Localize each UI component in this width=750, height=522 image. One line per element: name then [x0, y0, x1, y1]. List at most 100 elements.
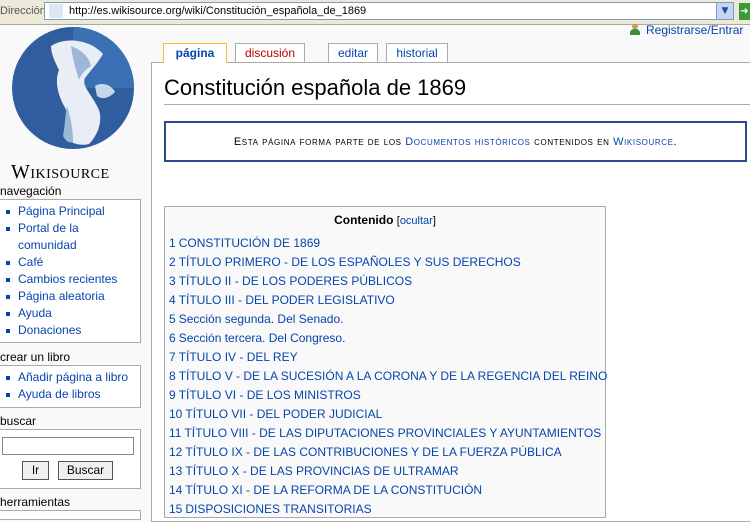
- toc-link[interactable]: 7 TÍTULO IV - DEL REY: [169, 350, 298, 364]
- tab-discussion-label[interactable]: discusión: [245, 46, 295, 60]
- toc-item[interactable]: 14 TÍTULO XI - DE LA REFORMA DE LA CONSTI…: [169, 481, 607, 500]
- nav-link[interactable]: Página Principal: [18, 204, 105, 218]
- address-bar: Dirección http://es.wikisource.org/wiki/…: [0, 0, 750, 25]
- toc-item[interactable]: 4 TÍTULO III - DEL PODER LEGISLATIVO: [169, 291, 607, 310]
- toc-text: TÍTULO II - DE LOS PODERES PÚBLICOS: [178, 274, 413, 288]
- tab-history-label[interactable]: historial: [396, 46, 437, 60]
- tab-edit-label[interactable]: editar: [338, 46, 368, 60]
- book-link[interactable]: Ayuda de libros: [18, 387, 101, 401]
- nav-link[interactable]: Página aleatoria: [18, 289, 105, 303]
- login-link[interactable]: Registrarse/Entrar: [646, 23, 743, 37]
- toc-item[interactable]: 13 TÍTULO X - DE LAS PROVINCIAS DE ULTRAM…: [169, 462, 607, 481]
- toc-link[interactable]: 4 TÍTULO III - DEL PODER LEGISLATIVO: [169, 293, 395, 307]
- tab-discussion[interactable]: discusión: [235, 43, 305, 62]
- toc-item[interactable]: 11 TÍTULO VIII - DE LAS DIPUTACIONES PROV…: [169, 424, 607, 443]
- nav-item-pagina-aleatoria[interactable]: Página aleatoria: [0, 288, 140, 305]
- url-text[interactable]: http://es.wikisource.org/wiki/Constituci…: [69, 5, 366, 17]
- toc-item[interactable]: 5 Sección segunda. Del Senado.: [169, 310, 607, 329]
- user-icon: [630, 24, 640, 35]
- book-item-help[interactable]: Ayuda de libros: [0, 386, 140, 403]
- toc-text: TÍTULO XI - DE LA REFORMA DE LA CONSTITU…: [185, 483, 483, 497]
- toc-item[interactable]: 6 Sección tercera. Del Congreso.: [169, 329, 607, 348]
- toc-link[interactable]: 15 DISPOSICIONES TRANSITORIAS: [169, 502, 372, 516]
- toc-item[interactable]: 9 TÍTULO VI - DE LOS MINISTROS: [169, 386, 607, 405]
- chevron-down-icon[interactable]: ▼: [716, 3, 733, 19]
- toc-item[interactable]: 2 TÍTULO PRIMERO - DE LOS ESPAÑOLES Y SUS…: [169, 253, 607, 272]
- toc-list: 1 CONSTITUCIÓN DE 1869 2 TÍTULO PRIMERO - D…: [169, 234, 607, 519]
- toc-link[interactable]: 9 TÍTULO VI - DE LOS MINISTROS: [169, 388, 361, 402]
- tab-edit[interactable]: editar: [328, 43, 378, 62]
- address-label: Dirección: [0, 5, 46, 17]
- toc-text: TÍTULO IX - DE LAS CONTRIBUCIONES Y DE L…: [185, 445, 562, 459]
- book-item-add-page[interactable]: Añadir página a libro: [0, 369, 140, 386]
- toc-number: 15: [169, 502, 183, 516]
- go-arrow-icon[interactable]: ➜: [739, 3, 750, 20]
- notice-text-mid: contenidos en: [530, 136, 614, 148]
- toc-toggle[interactable]: [ocultar]: [397, 215, 436, 227]
- toc-item[interactable]: 15 DISPOSICIONES TRANSITORIAS: [169, 500, 607, 519]
- toc-number: 2: [169, 255, 176, 269]
- toc-link[interactable]: 3 TÍTULO II - DE LOS PODERES PÚBLICOS: [169, 274, 412, 288]
- toc-link[interactable]: 5 Sección segunda. Del Senado.: [169, 312, 343, 326]
- toc-link[interactable]: 1 CONSTITUCIÓN DE 1869: [169, 236, 320, 250]
- toc-link[interactable]: 2 TÍTULO PRIMERO - DE LOS ESPAÑOLES Y SUS…: [169, 255, 521, 269]
- nav-item-pagina-principal[interactable]: Página Principal: [0, 203, 140, 220]
- toc-text: Sección segunda. Del Senado.: [178, 312, 344, 326]
- toc-title: Contenido: [334, 213, 394, 227]
- toc-item[interactable]: 8 TÍTULO V - DE LA SUCESIÓN A LA CORONA Y…: [169, 367, 607, 386]
- toc-text: TÍTULO V - DE LA SUCESIÓN A LA CORONA Y …: [178, 369, 608, 383]
- site-name: Wikisource: [11, 161, 110, 183]
- toc-text: TÍTULO VIII - DE LAS DIPUTACIONES PROVIN…: [184, 426, 602, 440]
- toc-link[interactable]: 10 TÍTULO VII - DEL PODER JUDICIAL: [169, 407, 382, 421]
- book-portlet: Añadir página a libro Ayuda de libros: [0, 365, 141, 408]
- nav-link[interactable]: Ayuda: [18, 306, 52, 320]
- toc-number: 6: [169, 331, 176, 345]
- toc-header: Contenido [ocultar]: [165, 213, 605, 227]
- book-link[interactable]: Añadir página a libro: [18, 370, 128, 384]
- search-input[interactable]: [2, 437, 134, 455]
- toc-number: 14: [169, 483, 183, 497]
- toc-number: 9: [169, 388, 176, 402]
- nav-link[interactable]: Cambios recientes: [18, 272, 117, 286]
- toc-item[interactable]: 3 TÍTULO II - DE LOS PODERES PÚBLICOS: [169, 272, 607, 291]
- toc-link[interactable]: 12 TÍTULO IX - DE LAS CONTRIBUCIONES Y DE…: [169, 445, 562, 459]
- tab-page[interactable]: página: [163, 43, 227, 63]
- nav-item-cambios-recientes[interactable]: Cambios recientes: [0, 271, 140, 288]
- toc-number: 10: [169, 407, 183, 421]
- toc-item[interactable]: 1 CONSTITUCIÓN DE 1869: [169, 234, 607, 253]
- toc-item[interactable]: 7 TÍTULO IV - DEL REY: [169, 348, 607, 367]
- book-title: crear un libro: [0, 350, 71, 364]
- toc-item[interactable]: 10 TÍTULO VII - DEL PODER JUDICIAL: [169, 405, 607, 424]
- page-icon: [49, 4, 63, 18]
- nav-item-donaciones[interactable]: Donaciones: [0, 322, 140, 339]
- toc-number: 3: [169, 274, 176, 288]
- toc-text: CONSTITUCIÓN DE 1869: [178, 236, 321, 250]
- tools-portlet: [0, 510, 141, 520]
- toc-link[interactable]: 13 TÍTULO X - DE LAS PROVINCIAS DE ULTRAM…: [169, 464, 459, 478]
- toc-item[interactable]: 12 TÍTULO IX - DE LAS CONTRIBUCIONES Y DE…: [169, 443, 607, 462]
- table-of-contents: Contenido [ocultar] 1 CONSTITUCIÓN DE 186…: [164, 206, 607, 519]
- toc-link[interactable]: 14 TÍTULO XI - DE LA REFORMA DE LA CONSTI…: [169, 483, 482, 497]
- wikisource-logo[interactable]: [11, 26, 135, 176]
- toc-toggle-link[interactable]: ocultar: [400, 215, 433, 227]
- nav-link[interactable]: Portal de la comunidad: [18, 221, 79, 252]
- search-button[interactable]: Buscar: [58, 461, 113, 480]
- url-input[interactable]: http://es.wikisource.org/wiki/Constituci…: [44, 2, 734, 20]
- page-title: Constitución española de 1869: [164, 75, 467, 100]
- tab-history[interactable]: historial: [386, 43, 448, 62]
- toc-link[interactable]: 11 TÍTULO VIII - DE LAS DIPUTACIONES PROV…: [169, 426, 601, 440]
- notice-link-documents[interactable]: Documentos históricos: [405, 136, 530, 148]
- toc-link[interactable]: 8 TÍTULO V - DE LA SUCESIÓN A LA CORONA Y…: [169, 369, 607, 383]
- toc-number: 1: [169, 236, 176, 250]
- nav-item-portal[interactable]: Portal de la comunidad: [0, 220, 140, 254]
- nav-link[interactable]: Café: [18, 255, 43, 269]
- site-wordmark: Wikisource: [11, 161, 110, 184]
- notice-link-wikisource[interactable]: Wikisource: [613, 136, 673, 148]
- nav-item-ayuda[interactable]: Ayuda: [0, 305, 140, 322]
- toc-link[interactable]: 6 Sección tercera. Del Congreso.: [169, 331, 345, 345]
- nav-item-cafe[interactable]: Café: [0, 254, 140, 271]
- go-button[interactable]: Ir: [22, 461, 49, 480]
- nav-link[interactable]: Donaciones: [18, 323, 81, 337]
- toc-text: TÍTULO VI - DE LOS MINISTROS: [178, 388, 361, 402]
- tab-page-label[interactable]: página: [176, 46, 215, 60]
